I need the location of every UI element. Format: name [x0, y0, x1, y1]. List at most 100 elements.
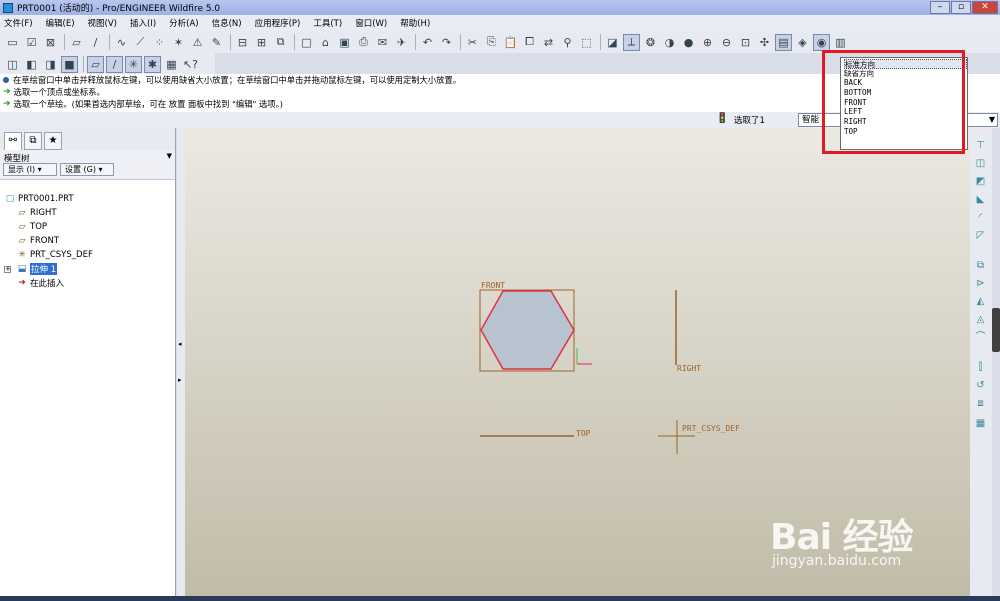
minimize-button[interactable]: – [930, 1, 950, 14]
csys-icon[interactable]: ✶ [170, 34, 187, 51]
extend-icon[interactable]: ⫿ [973, 360, 988, 375]
csys-icon: ✳ [18, 250, 26, 260]
hole-icon[interactable]: ⊤ [973, 138, 988, 153]
close-button[interactable]: ✕ [972, 1, 998, 14]
menu-help[interactable]: 帮助(H) [400, 17, 430, 29]
undo-icon[interactable]: ↶ [419, 34, 436, 51]
tree-item-right[interactable]: ▱ RIGHT [0, 206, 175, 220]
tree-item-top[interactable]: ▱ TOP [0, 220, 175, 234]
whats-this-icon[interactable]: ↖? [182, 56, 199, 73]
email-icon[interactable]: ✉ [374, 34, 391, 51]
grid-icon[interactable]: ▦ [973, 416, 988, 431]
tree-item-csys[interactable]: ✳ PRT_CSYS_DEF [0, 248, 175, 262]
hexagon-sketch[interactable] [480, 290, 575, 370]
zoom-in-icon[interactable]: ⊕ [699, 34, 716, 51]
chevron-down-icon[interactable]: ▼ [167, 152, 172, 160]
layer-icon[interactable]: ⧉ [272, 34, 289, 51]
trim-icon[interactable]: ◬ [973, 312, 988, 327]
datum-axes-icon[interactable]: / [106, 55, 123, 73]
note-icon[interactable]: ⊞ [253, 34, 270, 51]
cube-icon[interactable]: ◫ [4, 56, 21, 73]
paste-icon[interactable]: 📋 [502, 34, 519, 51]
thicken-icon[interactable]: ↺ [973, 378, 988, 393]
cut-icon[interactable]: ✂ [464, 34, 481, 51]
expand-right-icon[interactable]: ▸ [178, 376, 182, 384]
menu-window[interactable]: 窗口(W) [355, 17, 387, 29]
redo-icon[interactable]: ↷ [438, 34, 455, 51]
pattern-icon[interactable]: ⧉ [973, 258, 988, 273]
tree-item-extrude[interactable]: + ⬓ 拉伸 1 [0, 262, 175, 276]
show-button[interactable]: 显示 (I) ▾ [3, 163, 57, 176]
rib-icon[interactable]: ◩ [973, 174, 988, 189]
tree-item-insert-here[interactable]: ➜ 在此插入 [0, 276, 175, 290]
favorites-tab[interactable]: ★ [44, 132, 62, 150]
layer-tree-icon[interactable]: ▥ [832, 34, 849, 51]
round-icon[interactable]: ◜ [973, 210, 988, 225]
tree-item-front[interactable]: ▱ FRONT [0, 234, 175, 248]
sketch-view-icon[interactable]: ▭ [4, 34, 21, 51]
zoom-out-icon[interactable]: ⊖ [718, 34, 735, 51]
coordinate-systems-icon[interactable]: ✱ [144, 55, 161, 73]
axis-icon[interactable]: / [87, 34, 104, 51]
analysis-icon[interactable]: ⚠ [189, 34, 206, 51]
maximize-button[interactable]: ▫ [951, 1, 971, 14]
folder-browser-tab[interactable]: ⧉ [24, 132, 42, 150]
mirror-icon[interactable]: ⊳ [973, 276, 988, 291]
scrollbar-thumb[interactable] [992, 308, 1000, 352]
refit-icon[interactable]: ⊡ [737, 34, 754, 51]
solidify-icon[interactable]: ⧈ [973, 396, 988, 411]
regenerate-icon[interactable]: ⇄ [540, 34, 557, 51]
plane-icon[interactable]: ▱ [68, 34, 85, 51]
select-box-icon[interactable]: ⬚ [578, 34, 595, 51]
send-icon[interactable]: ✈ [393, 34, 410, 51]
chamfer-icon[interactable]: ◸ [973, 228, 988, 243]
line-icon[interactable]: ⟋ [132, 34, 149, 51]
curve-icon[interactable]: ∿ [113, 34, 130, 51]
annotation-icon[interactable]: ⊟ [234, 34, 251, 51]
open-folder-icon[interactable]: ⌂ [317, 34, 334, 51]
menu-edit[interactable]: 编辑(E) [46, 17, 75, 29]
datum-axis-display-icon[interactable]: ⟂ [623, 33, 640, 51]
shell-icon[interactable]: ◫ [973, 156, 988, 171]
annotations-icon[interactable]: ▦ [163, 56, 180, 73]
model-tree-tab[interactable]: ⚯ [4, 132, 22, 150]
panel-splitter[interactable]: ◂ ▸ [177, 128, 185, 596]
cancel-icon[interactable]: ⊠ [42, 34, 59, 51]
copy-icon[interactable]: ⎘ [483, 34, 500, 51]
saved-views-icon[interactable]: ▤ [775, 33, 792, 51]
menu-info[interactable]: 信息(N) [212, 17, 242, 29]
tree-item-part[interactable]: ▢ PRT0001.PRT [0, 192, 175, 206]
datum-plane-display-icon[interactable]: ◪ [604, 34, 621, 51]
sphere-icon[interactable]: ● [680, 34, 697, 51]
shade-mode-icon[interactable]: ■ [61, 55, 78, 73]
find-icon[interactable]: ⚲ [559, 34, 576, 51]
shading-icon[interactable]: ◑ [661, 34, 678, 51]
menu-insert[interactable]: 插入(I) [130, 17, 156, 29]
menu-tools[interactable]: 工具(T) [313, 17, 342, 29]
collapse-left-icon[interactable]: ◂ [178, 340, 182, 348]
expand-icon[interactable]: + [4, 265, 11, 273]
save-icon[interactable]: ▣ [336, 34, 353, 51]
print-icon[interactable]: ⎙ [355, 34, 372, 51]
new-file-icon[interactable]: □ [298, 34, 315, 51]
offset-icon[interactable]: ⌒ [973, 330, 988, 345]
menu-analysis[interactable]: 分析(A) [169, 17, 198, 29]
menu-view[interactable]: 视图(V) [88, 17, 117, 29]
spin-center-icon[interactable]: ✣ [756, 34, 773, 51]
appearance-icon[interactable]: ❂ [642, 34, 659, 51]
hidden-line-icon[interactable]: ◨ [42, 56, 59, 73]
menu-applications[interactable]: 应用程序(P) [255, 17, 301, 29]
draft-icon[interactable]: ◣ [973, 192, 988, 207]
menu-file[interactable]: 文件(F) [4, 17, 33, 29]
view-list-icon[interactable]: ◉ [813, 33, 830, 51]
orient-icon[interactable]: ◈ [794, 34, 811, 51]
brush-icon[interactable]: ✎ [208, 34, 225, 51]
datum-points-icon[interactable]: ✳ [125, 55, 142, 73]
paste-special-icon[interactable]: ⧠ [521, 34, 538, 51]
merge-icon[interactable]: ◭ [973, 294, 988, 309]
check-icon[interactable]: ☑ [23, 34, 40, 51]
wire-icon[interactable]: ◧ [23, 56, 40, 73]
datum-planes-icon[interactable]: ▱ [87, 55, 104, 73]
point-icon[interactable]: ⁘ [151, 34, 168, 51]
settings-button[interactable]: 设置 (G) ▾ [60, 163, 114, 176]
